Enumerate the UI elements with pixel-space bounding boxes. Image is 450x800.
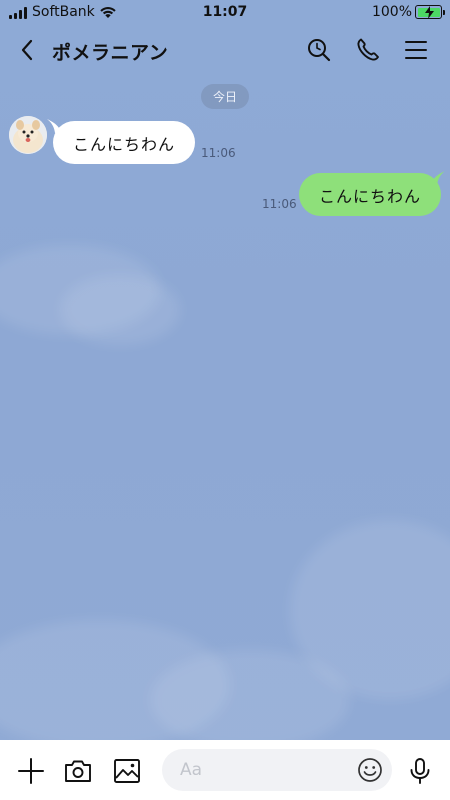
input-placeholder: Aa <box>180 760 203 780</box>
chat-header: ポメラニアン <box>0 30 450 70</box>
chat-screen: SoftBank 11:07 100% ポメラニアン 今日 こんにちわん 11:… <box>0 0 450 800</box>
battery-percentage: 100% <box>371 4 412 20</box>
message-timestamp: 11:06 <box>262 197 297 211</box>
outgoing-message-bubble[interactable]: こんにちわん <box>299 173 441 216</box>
cloud-decoration <box>150 650 350 750</box>
camera-icon[interactable] <box>63 756 93 786</box>
chat-title: ポメラニアン <box>52 42 169 64</box>
status-bar: SoftBank 11:07 100% <box>0 0 450 26</box>
date-separator: 今日 <box>201 84 249 109</box>
contact-avatar[interactable] <box>9 116 47 154</box>
battery-icon <box>415 5 445 19</box>
image-icon[interactable] <box>112 756 142 786</box>
message-timestamp: 11:06 <box>201 146 236 160</box>
phone-icon[interactable] <box>355 37 381 63</box>
menu-icon[interactable] <box>403 37 429 63</box>
pomeranian-avatar-icon <box>9 116 47 154</box>
emoji-icon[interactable] <box>357 757 383 783</box>
incoming-message-bubble[interactable]: こんにちわん <box>53 121 195 164</box>
message-input-bar: Aa <box>0 740 450 800</box>
back-icon[interactable] <box>16 38 40 62</box>
plus-icon[interactable] <box>16 756 46 786</box>
message-input[interactable]: Aa <box>162 749 392 791</box>
cloud-decoration <box>60 275 180 345</box>
search-icon[interactable] <box>306 37 332 63</box>
microphone-icon[interactable] <box>405 756 435 786</box>
